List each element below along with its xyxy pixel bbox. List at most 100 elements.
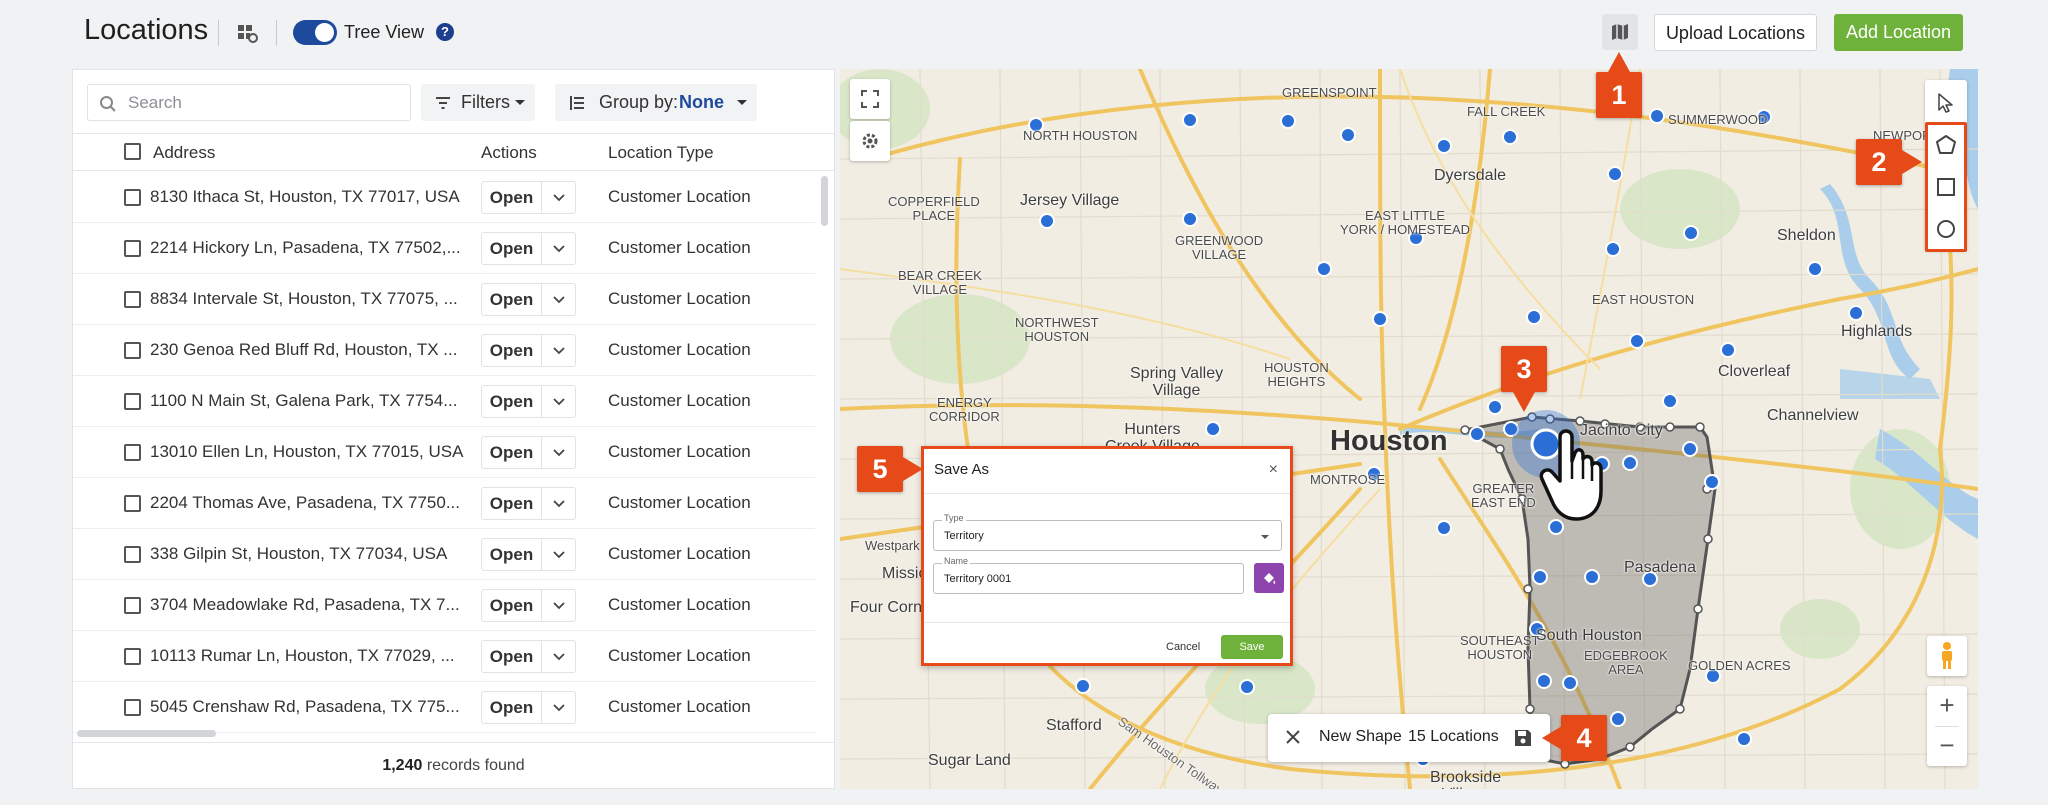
address-cell[interactable]: 338 Gilpin St, Houston, TX 77034, USA <box>150 544 447 564</box>
row-checkbox[interactable] <box>124 291 141 308</box>
table-row[interactable]: 3704 Meadowlake Rd, Pasadena, TX 7... Ope… <box>73 580 815 631</box>
actions-dropdown-button[interactable] <box>541 487 576 520</box>
filters-button[interactable]: Filters <box>421 84 535 121</box>
open-button[interactable]: Open <box>481 181 542 214</box>
row-checkbox[interactable] <box>124 699 141 716</box>
address-cell[interactable]: 10113 Rumar Ln, Houston, TX 77029, ... <box>150 646 455 666</box>
filter-icon <box>436 97 450 109</box>
horizontal-scrollbar[interactable] <box>77 730 216 737</box>
actions-dropdown-button[interactable] <box>541 232 576 265</box>
table-row[interactable]: 2214 Hickory Ln, Pasadena, TX 77502,... O… <box>73 223 815 274</box>
actions-dropdown-button[interactable] <box>541 181 576 214</box>
table-row[interactable]: 10113 Rumar Ln, Houston, TX 77029, ... Op… <box>73 631 815 682</box>
open-button[interactable]: Open <box>481 385 542 418</box>
address-cell[interactable]: 8130 Ithaca St, Houston, TX 77017, USA <box>150 187 460 207</box>
callout-3: 3 <box>1501 346 1547 392</box>
table-row[interactable]: 8834 Intervale St, Houston, TX 77075, ..… <box>73 274 815 325</box>
row-checkbox[interactable] <box>124 393 141 410</box>
open-button[interactable]: Open <box>481 487 542 520</box>
row-checkbox[interactable] <box>124 342 141 359</box>
row-checkbox[interactable] <box>124 495 141 512</box>
actions-dropdown-button[interactable] <box>541 283 576 316</box>
table-row[interactable]: 230 Genoa Red Bluff Rd, Houston, TX ... O… <box>73 325 815 376</box>
row-checkbox[interactable] <box>124 240 141 257</box>
table-row[interactable]: 5045 Crenshaw Rd, Pasadena, TX 775... Ope… <box>73 682 815 733</box>
open-button[interactable]: Open <box>481 538 542 571</box>
locations-list-panel: Filters Group by: None Address Actions L… <box>72 69 835 789</box>
table-row[interactable]: 13010 Ellen Ln, Houston, TX 77015, USA Op… <box>73 427 815 478</box>
add-location-button[interactable]: Add Location <box>1834 14 1963 51</box>
open-button[interactable]: Open <box>481 691 542 724</box>
row-checkbox[interactable] <box>124 648 141 665</box>
actions-dropdown-button[interactable] <box>541 538 576 571</box>
row-checkbox[interactable] <box>124 546 141 563</box>
open-button[interactable]: Open <box>481 232 542 265</box>
address-cell[interactable]: 2214 Hickory Ln, Pasadena, TX 77502,... <box>150 238 461 258</box>
save-icon[interactable] <box>1513 728 1533 748</box>
actions-dropdown-button[interactable] <box>541 691 576 724</box>
address-cell[interactable]: 13010 Ellen Ln, Houston, TX 77015, USA <box>150 442 463 462</box>
open-button[interactable]: Open <box>481 283 542 316</box>
shape-name: New Shape <box>1319 728 1402 745</box>
zoom-out-button[interactable]: − <box>1927 726 1967 766</box>
actions-dropdown-button[interactable] <box>541 385 576 418</box>
row-checkbox[interactable] <box>124 444 141 461</box>
dialog-close-button[interactable]: × <box>1269 461 1278 479</box>
table-row[interactable]: 8130 Ithaca St, Houston, TX 77017, USA Op… <box>73 172 815 223</box>
row-checkbox[interactable] <box>124 597 141 614</box>
chevron-down-icon <box>553 500 565 508</box>
cancel-button[interactable]: Cancel <box>1166 641 1200 653</box>
address-cell[interactable]: 2204 Thomas Ave, Pasadena, TX 7750... <box>150 493 460 513</box>
column-address[interactable]: Address <box>153 143 215 163</box>
map-label: GOLDEN ACRES <box>1688 658 1791 673</box>
fullscreen-button[interactable] <box>850 79 890 119</box>
map-view-button[interactable] <box>1602 14 1638 50</box>
group-by-button[interactable]: Group by: None <box>555 84 757 121</box>
tree-view-toggle[interactable] <box>293 20 337 45</box>
row-checkbox[interactable] <box>124 189 141 206</box>
address-cell[interactable]: 8834 Intervale St, Houston, TX 77075, ..… <box>150 289 458 309</box>
address-cell[interactable]: 5045 Crenshaw Rd, Pasadena, TX 775... <box>150 697 460 717</box>
callout-4: 4 <box>1561 715 1607 761</box>
actions-dropdown-button[interactable] <box>541 640 576 673</box>
location-type-cell: Customer Location <box>608 238 751 257</box>
name-field[interactable]: Name Territory 0001 <box>933 556 1244 594</box>
color-picker-button[interactable] <box>1254 563 1284 593</box>
search-input[interactable] <box>128 91 398 115</box>
actions-dropdown-button[interactable] <box>541 436 576 469</box>
search-box[interactable] <box>87 84 411 121</box>
zoom-in-button[interactable]: + <box>1927 686 1967 726</box>
grid-settings-icon[interactable] <box>236 22 258 44</box>
help-icon[interactable]: ? <box>436 23 454 41</box>
open-button[interactable]: Open <box>481 640 542 673</box>
address-cell[interactable]: 1100 N Main St, Galena Park, TX 7754... <box>150 391 457 411</box>
actions-dropdown-button[interactable] <box>541 334 576 367</box>
table-row[interactable]: 338 Gilpin St, Houston, TX 77034, USA Ope… <box>73 529 815 580</box>
map-label: South Houston <box>1536 627 1642 644</box>
chevron-down-icon <box>553 653 565 661</box>
open-button[interactable]: Open <box>481 334 542 367</box>
chevron-down-icon <box>553 551 565 559</box>
actions-dropdown-button[interactable] <box>541 589 576 622</box>
type-select[interactable]: Type Territory <box>933 513 1282 551</box>
upload-locations-button[interactable]: Upload Locations <box>1654 14 1817 51</box>
map-view[interactable]: Houston GREENSPOINT NORTH HOUSTON FALL C… <box>840 69 1978 789</box>
table-row[interactable]: 2204 Thomas Ave, Pasadena, TX 7750... Ope… <box>73 478 815 529</box>
save-button[interactable]: Save <box>1221 635 1283 659</box>
location-type-cell: Customer Location <box>608 391 751 410</box>
street-view-pegman[interactable] <box>1927 636 1967 676</box>
address-cell[interactable]: 230 Genoa Red Bluff Rd, Houston, TX ... <box>150 340 457 360</box>
address-cell[interactable]: 3704 Meadowlake Rd, Pasadena, TX 7... <box>150 595 460 615</box>
map-settings-button[interactable] <box>850 121 890 161</box>
column-actions: Actions <box>481 143 537 162</box>
table-row[interactable]: 1100 N Main St, Galena Park, TX 7754... O… <box>73 376 815 427</box>
open-button[interactable]: Open <box>481 589 542 622</box>
close-icon[interactable] <box>1284 728 1302 746</box>
vertical-scrollbar[interactable] <box>821 176 828 226</box>
select-all-checkbox[interactable] <box>124 143 141 160</box>
open-button[interactable]: Open <box>481 436 542 469</box>
column-location-type[interactable]: Location Type <box>608 143 714 163</box>
map-label: Jacinto City <box>1580 422 1663 439</box>
pointer-tool[interactable] <box>1925 82 1967 124</box>
callout-arrow <box>1513 392 1535 412</box>
